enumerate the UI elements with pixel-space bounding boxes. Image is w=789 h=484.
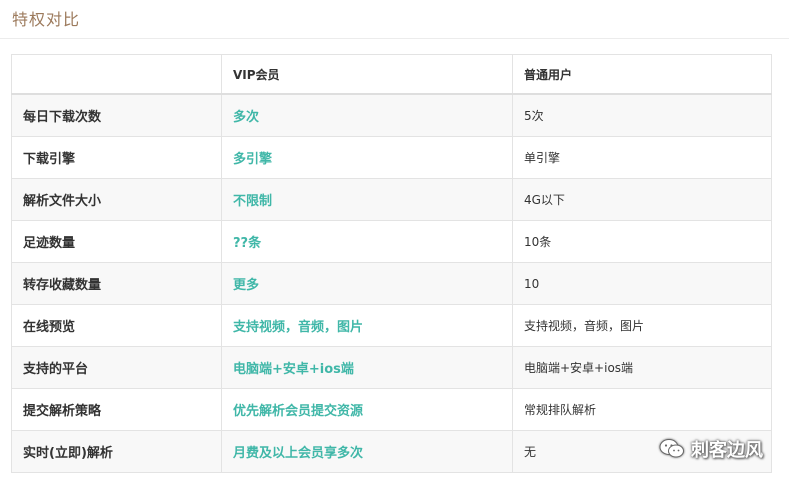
table-row: 每日下载次数 多次 5次 [11,93,772,137]
table-row: 转存收藏数量 更多 10 [11,262,772,305]
wechat-icon [659,439,684,458]
privilege-compare-table: VIP会员 普通用户 每日下载次数 多次 5次 下载引擎 多引擎 单引擎 解析文… [11,54,772,473]
vip-cell: 多次 [221,93,513,137]
vip-cell: 电脑端+安卓+ios端 [221,346,513,389]
vip-cell: ??条 [221,220,513,263]
normal-cell: 10条 [512,220,772,263]
vip-cell: 不限制 [221,178,513,221]
table-header-row: VIP会员 普通用户 [11,54,772,95]
normal-cell: 5次 [512,93,772,137]
column-header-vip: VIP会员 [221,54,513,95]
feature-cell: 提交解析策略 [11,388,222,431]
vip-cell: 优先解析会员提交资源 [221,388,513,431]
table-row: 提交解析策略 优先解析会员提交资源 常规排队解析 [11,388,772,431]
normal-cell: 常规排队解析 [512,388,772,431]
feature-cell: 在线预览 [11,304,222,347]
feature-cell: 解析文件大小 [11,178,222,221]
table-row: 支持的平台 电脑端+安卓+ios端 电脑端+安卓+ios端 [11,346,772,389]
table-row: 足迹数量 ??条 10条 [11,220,772,263]
section-header: 特权对比 [0,0,789,39]
vip-cell: 月费及以上会员享多次 [221,430,513,473]
watermark: 刺客边风 [659,436,763,462]
feature-cell: 支持的平台 [11,346,222,389]
vip-cell: 多引擎 [221,136,513,179]
normal-cell: 电脑端+安卓+ios端 [512,346,772,389]
feature-cell: 实时(立即)解析 [11,430,222,473]
feature-cell: 下载引擎 [11,136,222,179]
column-header-feature [11,54,222,95]
section-title: 特权对比 [12,10,81,29]
feature-cell: 每日下载次数 [11,93,222,137]
table-row: 在线预览 支持视频，音频，图片 支持视频，音频，图片 [11,304,772,347]
table-row: 下载引擎 多引擎 单引擎 [11,136,772,179]
feature-cell: 转存收藏数量 [11,262,222,305]
normal-cell: 单引擎 [512,136,772,179]
normal-cell: 10 [512,262,772,305]
vip-cell: 支持视频，音频，图片 [221,304,513,347]
vip-cell: 更多 [221,262,513,305]
watermark-text: 刺客边风 [691,440,763,461]
table-row: 实时(立即)解析 月费及以上会员享多次 无 [11,430,772,473]
normal-cell: 支持视频，音频，图片 [512,304,772,347]
table-row: 解析文件大小 不限制 4G以下 [11,178,772,221]
normal-cell: 4G以下 [512,178,772,221]
column-header-normal: 普通用户 [512,54,772,95]
feature-cell: 足迹数量 [11,220,222,263]
